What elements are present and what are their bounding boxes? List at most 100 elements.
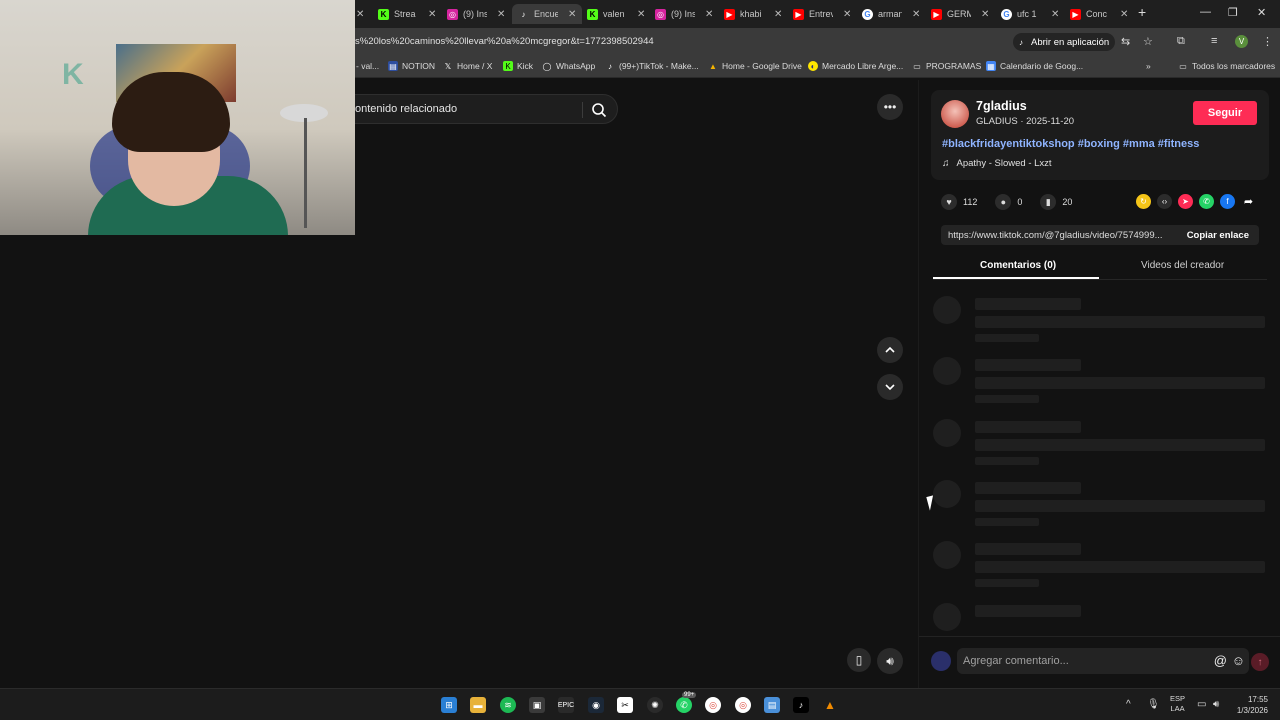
browser-tab[interactable]: ▶ Entrev ✕: [793, 4, 851, 24]
embed-icon[interactable]: ‹›: [1157, 194, 1172, 209]
menu-icon[interactable]: ⋮: [1262, 35, 1273, 48]
previous-video-button[interactable]: [877, 337, 903, 363]
search-input[interactable]: ontenido relacionado: [355, 103, 457, 115]
bookmark-item[interactable]: ♪ (99+)TikTok - Make...: [605, 61, 699, 71]
bookmark-item[interactable]: 𝕏 Home / X: [443, 61, 493, 71]
creator-avatar[interactable]: [941, 100, 969, 128]
browser-tab[interactable]: G ufc 1 ✕: [1001, 4, 1059, 24]
media-icon[interactable]: ≡: [1211, 35, 1217, 47]
bookmark-item[interactable]: - val...: [356, 61, 379, 71]
video-link[interactable]: https://www.tiktok.com/@7gladius/video/7…: [948, 230, 1170, 241]
close-icon[interactable]: ✕: [1120, 9, 1128, 20]
music-link[interactable]: ♫ Apathy - Slowed - Lxzt: [942, 158, 1052, 169]
minimize-button[interactable]: —: [1200, 6, 1211, 18]
pip-button[interactable]: ▯: [847, 648, 871, 672]
tab-creator-videos[interactable]: Videos del creador: [1141, 260, 1224, 271]
tray-overflow-icon[interactable]: ^: [1126, 699, 1131, 710]
youtube-icon: ▶: [1070, 8, 1081, 20]
translate-icon[interactable]: ⇆: [1121, 35, 1130, 48]
send-icon[interactable]: ➤: [1178, 194, 1193, 209]
close-icon[interactable]: ✕: [637, 9, 645, 20]
language-indicator[interactable]: ESP LAA: [1170, 694, 1185, 714]
star-icon[interactable]: ☆: [1143, 35, 1153, 48]
file-explorer-icon[interactable]: ▬: [470, 697, 486, 713]
close-icon[interactable]: ✕: [912, 9, 920, 20]
browser-tab[interactable]: ◎ (9) Ins ✕: [447, 4, 505, 24]
close-icon[interactable]: ✕: [497, 9, 505, 20]
bookmarks-overflow-icon[interactable]: »: [1146, 61, 1151, 71]
all-bookmarks-folder[interactable]: ▭ Todos los marcadores: [1178, 61, 1275, 71]
copy-link-button[interactable]: Copiar enlace: [1187, 230, 1249, 241]
hashtags[interactable]: #blackfridayentiktokshop #boxing #mma #f…: [942, 138, 1199, 150]
tab-close-partial[interactable]: ✕: [356, 4, 364, 24]
like-button[interactable]: ♥ 112: [941, 194, 977, 210]
browser-tab[interactable]: ▶ GERM ✕: [931, 4, 989, 24]
bookmark-item[interactable]: ▲ Home - Google Drive: [708, 61, 802, 71]
mention-icon[interactable]: @: [1214, 653, 1227, 668]
close-icon[interactable]: ✕: [1051, 9, 1059, 20]
send-comment-button[interactable]: ↑: [1251, 653, 1269, 671]
extensions-icon[interactable]: ⧉: [1177, 35, 1185, 48]
emoji-icon[interactable]: ☺: [1232, 653, 1245, 668]
search-icon[interactable]: [591, 102, 607, 118]
network-icon[interactable]: ▭: [1197, 699, 1206, 710]
whatsapp-icon[interactable]: ✆: [676, 697, 692, 713]
maximize-button[interactable]: ❐: [1228, 6, 1238, 19]
close-icon[interactable]: ✕: [774, 9, 782, 20]
browser-tab[interactable]: ▶ khabi ✕: [724, 4, 782, 24]
close-icon[interactable]: ✕: [568, 9, 576, 20]
url-field[interactable]: s%20los%20caminos%20llevar%20a%20mcgrego…: [355, 36, 654, 47]
system-clock[interactable]: 17:55 1/3/2026: [1232, 694, 1268, 716]
next-video-button[interactable]: [877, 374, 903, 400]
follow-button[interactable]: Seguir: [1193, 101, 1257, 125]
close-icon[interactable]: ✕: [843, 9, 851, 20]
close-icon[interactable]: ✕: [356, 9, 364, 20]
tiktok-icon[interactable]: ♪: [793, 697, 809, 713]
bookmark-item[interactable]: ◐ Mercado Libre Arge...: [808, 61, 903, 71]
search-bar[interactable]: ontenido relacionado: [340, 94, 618, 124]
browser-tab[interactable]: ◎ (9) Ins ✕: [655, 4, 713, 24]
close-icon[interactable]: ✕: [705, 9, 713, 20]
close-icon[interactable]: ✕: [428, 9, 436, 20]
bookmark-folder[interactable]: ▭ PROGRAMAS: [912, 61, 981, 71]
chatgpt-icon[interactable]: ✺: [647, 697, 663, 713]
volume-button[interactable]: 🔊︎: [877, 648, 903, 674]
volume-icon[interactable]: 🔊︎: [1213, 699, 1219, 710]
browser-tab[interactable]: K valen ✕: [587, 4, 645, 24]
browser-tab[interactable]: K Strea ✕: [378, 4, 436, 24]
bookmark-item[interactable]: ▦ Calendario de Goog...: [986, 61, 1083, 71]
chrome-icon[interactable]: ◎: [705, 697, 721, 713]
bookmark-item[interactable]: ◯ WhatsApp: [542, 61, 596, 71]
notepad-icon[interactable]: ▤: [764, 697, 780, 713]
store-icon[interactable]: ▣: [529, 697, 545, 713]
spotify-icon[interactable]: ≋: [500, 697, 516, 713]
facebook-icon[interactable]: f: [1220, 194, 1235, 209]
browser-tab[interactable]: ▶ Conc ✕: [1070, 4, 1128, 24]
start-icon[interactable]: ⊞: [441, 697, 457, 713]
new-tab-button[interactable]: +: [1138, 4, 1146, 20]
comment-input[interactable]: Agregar comentario... @ ☺: [957, 648, 1249, 674]
chrome-active-icon[interactable]: ◎: [735, 697, 751, 713]
comment-button[interactable]: ● 0: [995, 194, 1022, 210]
repost-icon[interactable]: ↻: [1136, 194, 1151, 209]
vlc-icon[interactable]: ▲: [822, 697, 838, 713]
tab-comments[interactable]: Comentarios (0): [980, 260, 1056, 271]
creator-username[interactable]: 7gladius: [976, 99, 1027, 113]
share-arrow-icon[interactable]: ➦: [1241, 194, 1256, 209]
browser-tab-active[interactable]: ♪ Encue ✕: [512, 4, 583, 24]
window-close-button[interactable]: ✕: [1257, 6, 1266, 19]
save-button[interactable]: ▮ 20: [1040, 194, 1072, 210]
whatsapp-icon[interactable]: ✆: [1199, 194, 1214, 209]
steam-icon[interactable]: ◉: [588, 697, 604, 713]
profile-avatar[interactable]: V: [1235, 35, 1248, 48]
bookmark-item[interactable]: ▤ NOTION: [388, 61, 435, 71]
close-icon[interactable]: ✕: [981, 9, 989, 20]
bookmark-item[interactable]: K Kick: [503, 61, 533, 71]
epic-games-icon[interactable]: EPIC: [558, 697, 574, 713]
more-options-button[interactable]: •••: [877, 94, 903, 120]
capcut-icon[interactable]: ✂: [617, 697, 633, 713]
open-in-app-button[interactable]: ♪ Abrir en aplicación: [1013, 33, 1116, 51]
clock-date: 1/3/2026: [1236, 706, 1268, 715]
browser-tab[interactable]: G arman ✕: [862, 4, 920, 24]
microphone-icon[interactable]: 🎙︎: [1147, 699, 1160, 710]
